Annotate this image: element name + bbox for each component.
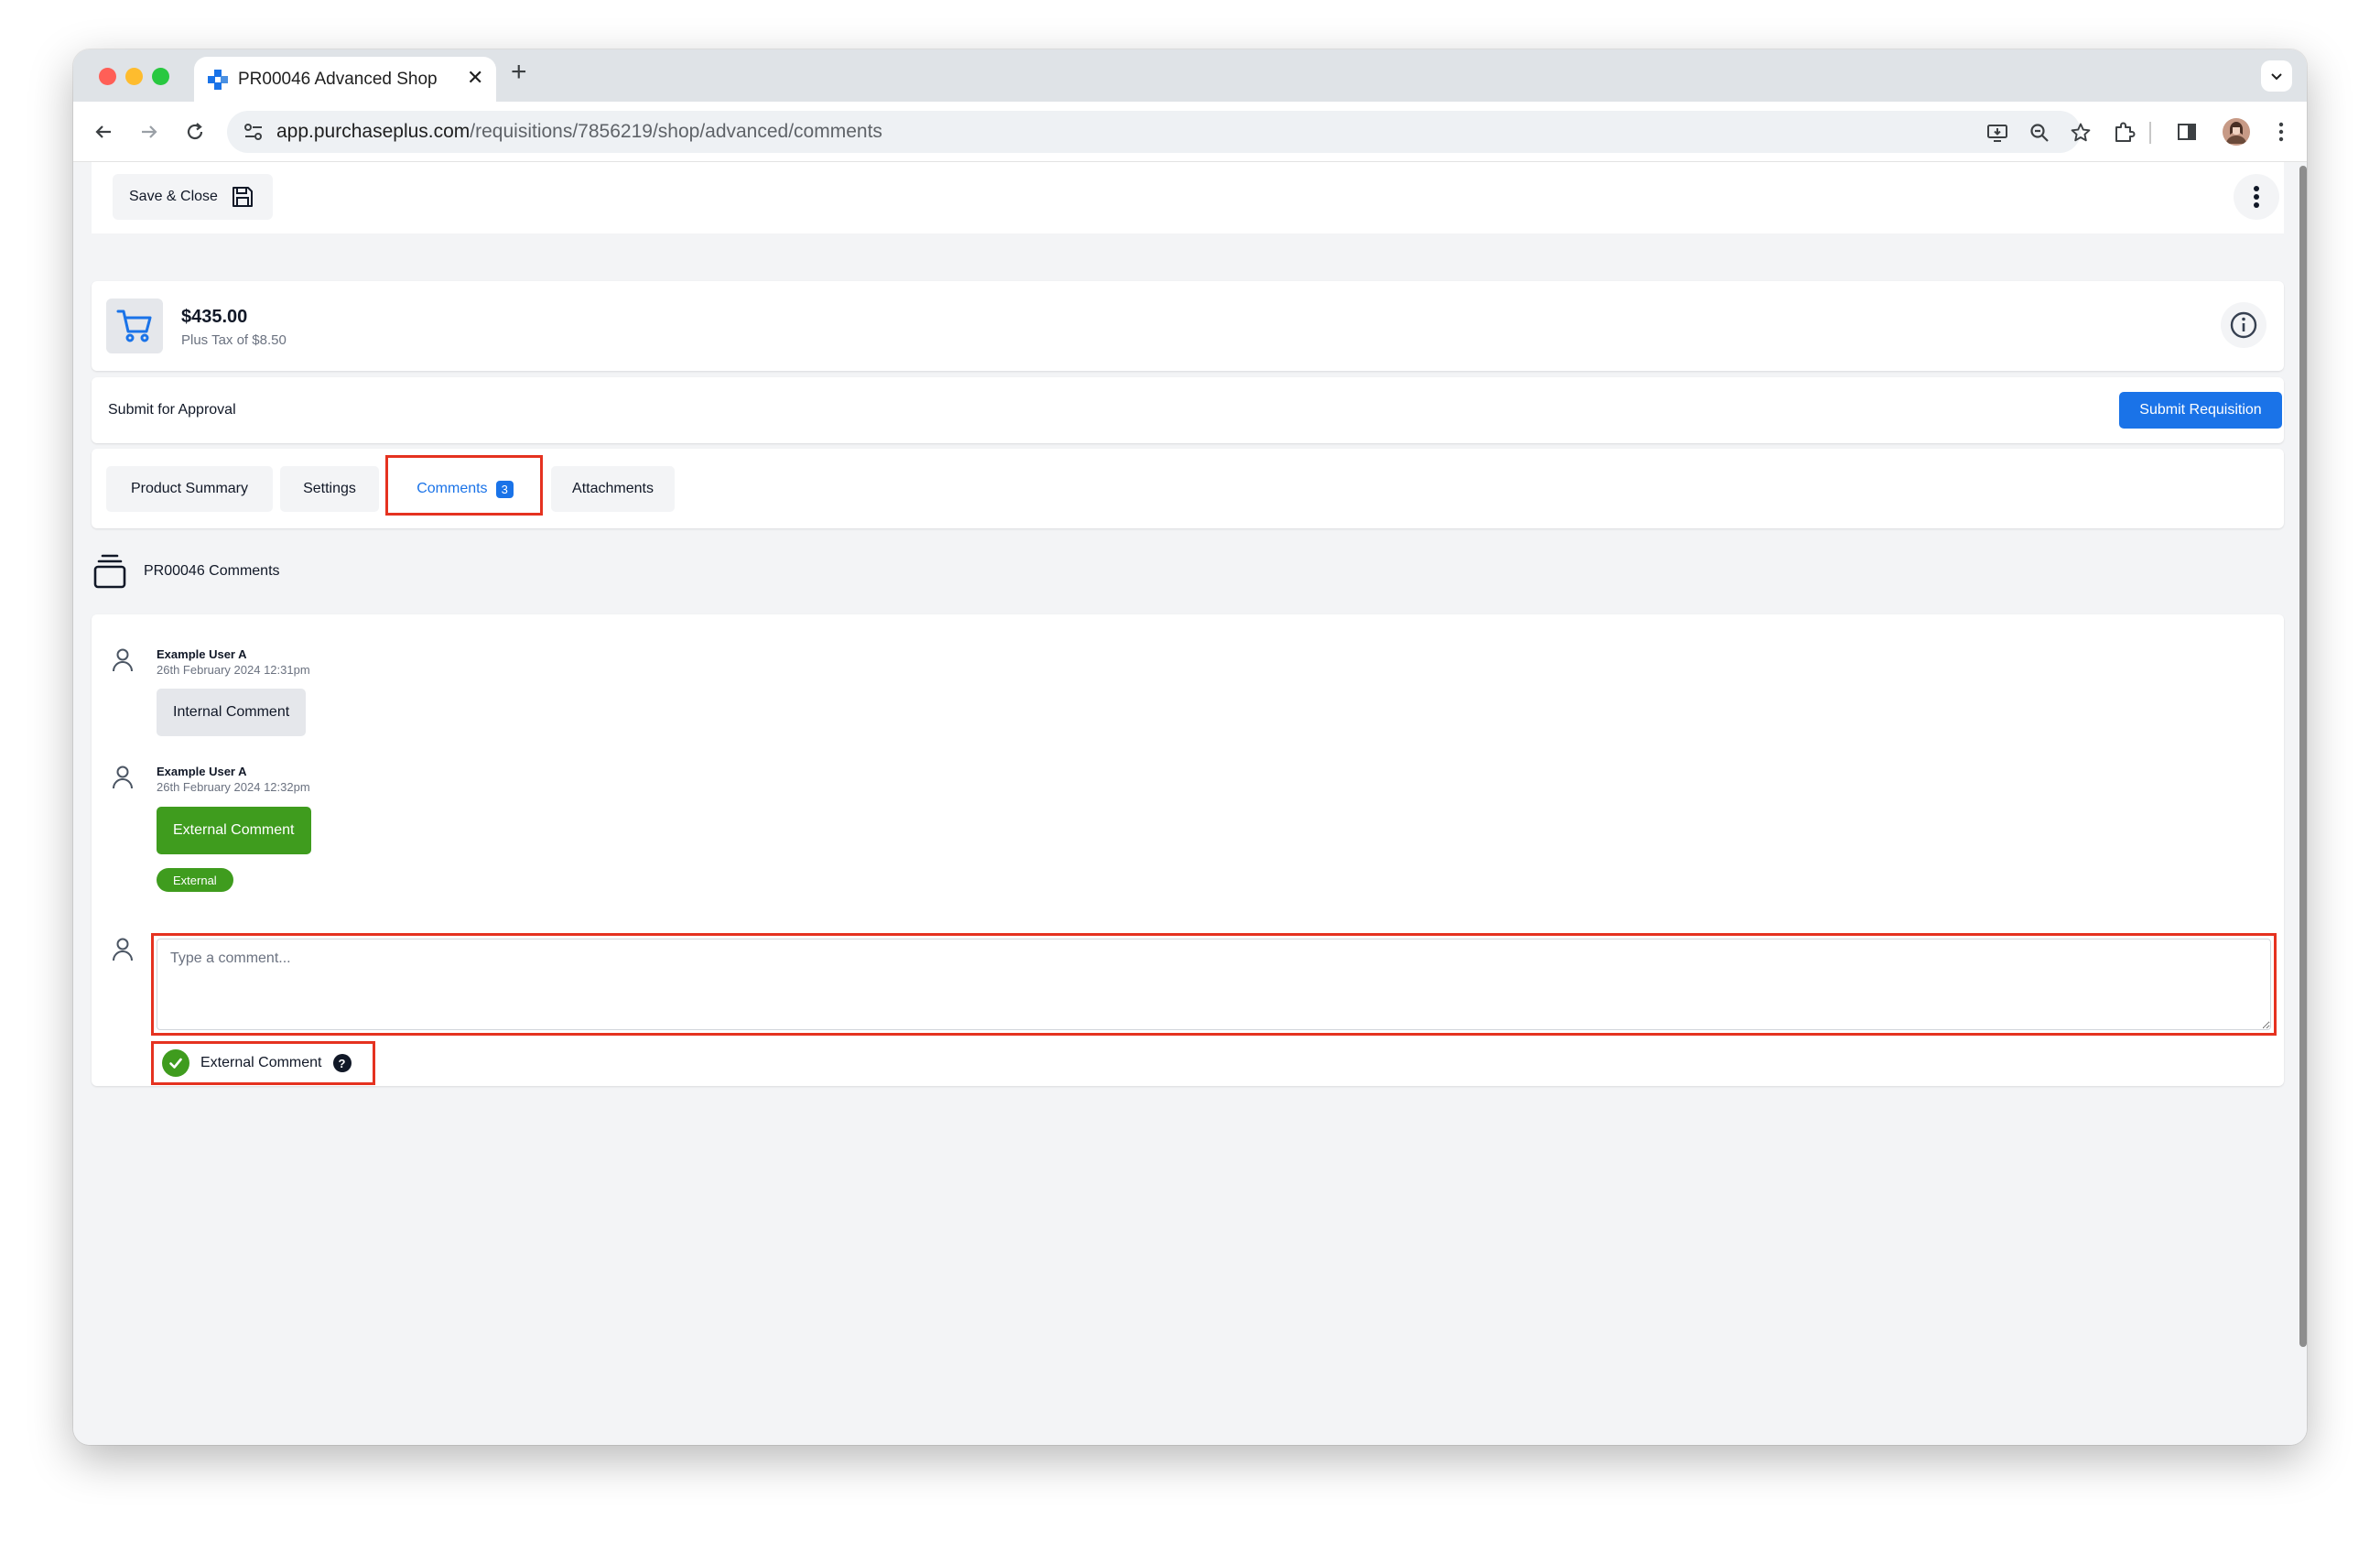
external-comment-toggle[interactable]: External Comment ? [157, 1045, 352, 1081]
page-scrollbar[interactable] [2299, 166, 2307, 1347]
help-icon[interactable]: ? [332, 1054, 352, 1072]
comment-author: Example User A [157, 765, 247, 778]
star-icon [2071, 123, 2091, 142]
zoom-out-icon [2030, 124, 2049, 142]
close-window-button[interactable] [99, 68, 116, 85]
external-tag: External [157, 868, 233, 892]
save-close-label: Save & Close [129, 189, 218, 204]
install-app-icon [1987, 125, 2007, 142]
zoom-button[interactable] [2028, 121, 2051, 145]
cart-icon-box [106, 299, 163, 353]
browser-tab-title: PR00046 Advanced Shop [238, 70, 438, 89]
current-user-avatar [106, 933, 139, 966]
external-comment-bubble: External Comment [157, 807, 311, 854]
user-icon [113, 938, 133, 961]
reload-icon [187, 123, 203, 140]
approval-label: Submit for Approval [108, 402, 236, 418]
save-close-button[interactable]: Save & Close [113, 174, 273, 220]
comments-section-title: PR00046 Comments [144, 563, 280, 579]
external-comment-checkbox[interactable] [162, 1049, 189, 1077]
shopping-cart-icon [116, 309, 152, 342]
url-host: app.purchaseplus.com [276, 121, 471, 142]
stack-icon [93, 554, 126, 589]
tab-label: Comments [416, 481, 488, 496]
tab-search-button[interactable] [2261, 60, 2292, 92]
tab-comments[interactable]: Comments 3 [391, 466, 539, 512]
info-button[interactable] [2221, 302, 2266, 348]
requisition-tabs: Product Summary Settings Comments 3 Atta… [92, 449, 2284, 528]
comments-card: Example User A 26th February 2024 12:31p… [92, 614, 2284, 1086]
site-settings-icon[interactable] [243, 123, 264, 141]
more-vertical-icon [2278, 122, 2284, 142]
floppy-disk-icon [232, 187, 253, 207]
profile-avatar[interactable] [2223, 118, 2250, 146]
arrow-right-icon [142, 125, 157, 138]
info-icon [2230, 311, 2257, 339]
chevron-down-icon [2271, 73, 2282, 81]
tab-label: Product Summary [130, 481, 249, 496]
minimize-window-button[interactable] [125, 68, 143, 85]
user-icon [113, 648, 133, 672]
comments-count-badge: 3 [495, 480, 514, 498]
requisition-total: $435.00 [181, 307, 248, 327]
page-options-button[interactable] [2234, 174, 2279, 220]
tab-settings[interactable]: Settings [280, 466, 379, 512]
new-tab-button[interactable]: + [511, 59, 527, 86]
user-avatar [106, 761, 139, 794]
comment-timestamp: 26th February 2024 12:31pm [157, 663, 310, 677]
internal-comment-bubble: Internal Comment [157, 689, 307, 736]
app-header-bar: Save & Close [92, 162, 2284, 233]
arrow-left-icon [95, 125, 111, 138]
comments-heading: PR00046 Comments [92, 553, 641, 590]
page-viewport: Save & Close $435.00 Plus Tax of $8.50 S… [73, 162, 2307, 1445]
user-avatar [106, 644, 139, 677]
browser-window: PR00046 Advanced Shop ✕ + app.purchasepl… [73, 49, 2307, 1445]
forward-button[interactable] [135, 118, 163, 146]
browser-toolbar: app.purchaseplus.com/requisitions/785621… [73, 102, 2307, 162]
tab-product-summary[interactable]: Product Summary [106, 466, 273, 512]
requisition-tax: Plus Tax of $8.50 [181, 332, 287, 348]
url-path: /requisitions/7856219/shop/advanced/comm… [470, 121, 882, 142]
browser-tabstrip: PR00046 Advanced Shop ✕ + [73, 49, 2307, 102]
back-button[interactable] [90, 118, 117, 146]
side-panel-button[interactable] [2173, 118, 2201, 146]
tab-label: Settings [303, 481, 356, 496]
address-bar[interactable]: app.purchaseplus.com/requisitions/785621… [227, 111, 2091, 153]
reload-button[interactable] [181, 118, 209, 146]
more-vertical-icon [2254, 186, 2259, 208]
side-panel-icon [2178, 124, 2196, 140]
check-icon [169, 1058, 182, 1069]
purchaseplus-favicon-icon [208, 70, 228, 90]
external-comment-label: External Comment [200, 1055, 322, 1070]
approval-card: Submit for Approval Submit Requisition [92, 377, 2284, 443]
tab-attachments[interactable]: Attachments [551, 466, 675, 512]
profile-photo-icon [2223, 118, 2250, 146]
comment-input[interactable] [157, 939, 2271, 1030]
close-tab-icon[interactable]: ✕ [467, 66, 483, 90]
comment-timestamp: 26th February 2024 12:32pm [157, 780, 310, 794]
comment-author: Example User A [157, 647, 247, 661]
browser-menu-button[interactable] [2267, 118, 2295, 146]
extensions-button[interactable] [2111, 118, 2138, 146]
toolbar-divider [2149, 122, 2151, 144]
puzzle-icon [2115, 122, 2136, 142]
url-text[interactable]: app.purchaseplus.com/requisitions/785621… [276, 121, 882, 143]
maximize-window-button[interactable] [152, 68, 169, 85]
user-icon [113, 766, 133, 789]
bookmark-button[interactable] [2069, 121, 2093, 145]
tab-label: Attachments [572, 481, 654, 496]
submit-requisition-button[interactable]: Submit Requisition [2119, 392, 2282, 429]
install-app-button[interactable] [1985, 121, 2009, 145]
requisition-summary-card: $435.00 Plus Tax of $8.50 [92, 281, 2284, 371]
browser-tab-active[interactable]: PR00046 Advanced Shop ✕ [194, 57, 496, 102]
